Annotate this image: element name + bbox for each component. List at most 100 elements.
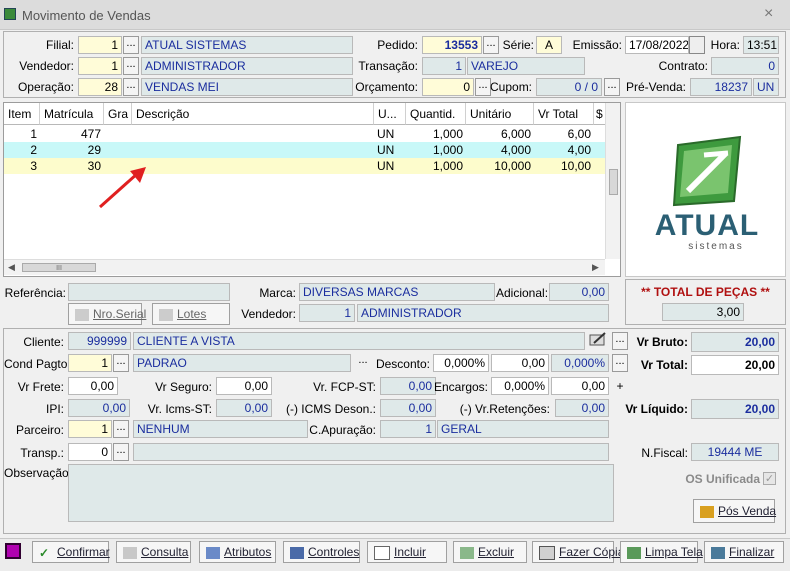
nfiscal-label: N.Fiscal:: [641, 446, 688, 460]
col-un[interactable]: U...: [374, 103, 406, 125]
orcamento-label: Orçamento:: [355, 80, 418, 94]
total-pecas-value: 3,00: [662, 303, 744, 321]
cell-item: 1: [30, 127, 37, 141]
cell-unit: 10,000: [494, 159, 531, 173]
vrtotal-field[interactable]: 20,00: [691, 355, 779, 375]
cell-un: UN: [377, 159, 395, 173]
nro-serial-button[interactable]: Nro.Serial: [68, 303, 146, 325]
finalizar-button[interactable]: Finalizar: [704, 541, 784, 563]
orcamento-field[interactable]: 0: [422, 78, 474, 96]
col-descricao[interactable]: Descrição: [132, 103, 374, 125]
operacao-code-field[interactable]: 28: [78, 78, 122, 96]
cell-descricao: [132, 142, 374, 158]
atual-logo-icon: [672, 135, 742, 207]
vrseguro-field[interactable]: 0,00: [216, 377, 272, 395]
osunificada-checkbox[interactable]: ✓: [763, 472, 776, 485]
horizontal-scroll-thumb[interactable]: III: [22, 263, 96, 272]
encargos-pct-field[interactable]: 0,000%: [491, 377, 549, 395]
lotes-label: Lotes: [177, 307, 207, 321]
condpagto-more-button[interactable]: ...: [355, 354, 371, 372]
col-unitario[interactable]: Unitário: [466, 103, 534, 125]
scroll-right-icon[interactable]: ▶: [592, 262, 599, 273]
desconto-pct-field[interactable]: 0,000%: [433, 354, 489, 372]
col-matricula[interactable]: Matrícula: [40, 103, 104, 125]
cupom-lookup-button[interactable]: ...: [604, 78, 620, 96]
table-row[interactable]: 1 477 UN 1,000 6,000 6,00: [4, 126, 606, 142]
condpagto-code-field[interactable]: 1: [68, 354, 112, 372]
pedido-lookup-button[interactable]: ...: [483, 36, 499, 54]
controles-button[interactable]: Controles: [283, 541, 360, 563]
operacao-lookup-button[interactable]: ...: [123, 78, 139, 96]
encargos-value-field[interactable]: 0,00: [551, 377, 609, 395]
cell-unit: 4,000: [500, 143, 531, 157]
parceiro-lookup-button[interactable]: ...: [113, 420, 129, 438]
transp-code-field[interactable]: 0: [68, 443, 112, 461]
atributos-button[interactable]: Atributos: [199, 541, 276, 563]
operacao-name-field: VENDAS MEI: [141, 78, 353, 96]
fazer-copia-button[interactable]: Fazer Cópia: [532, 541, 624, 563]
filial-lookup-button[interactable]: ...: [123, 36, 139, 54]
icmsdeson-label: (-) ICMS Deson.:: [285, 402, 376, 416]
controles-label: Controles: [308, 545, 360, 559]
desconto-value-field[interactable]: 0,00: [491, 354, 549, 372]
observacao-textarea[interactable]: [68, 464, 614, 522]
vrbruto-field: 20,00: [691, 332, 779, 352]
serie-field[interactable]: A: [536, 36, 562, 54]
marca-field: DIVERSAS MARCAS: [299, 283, 495, 301]
scroll-left-icon[interactable]: ◀: [8, 262, 15, 273]
col-item[interactable]: Item: [4, 103, 40, 125]
vrfrete-label: Vr Frete:: [17, 380, 64, 394]
details-vendedor-code: 1: [299, 304, 355, 322]
confirmar-button[interactable]: ✓ Confirmar: [32, 541, 110, 563]
client-edit-icon[interactable]: [588, 331, 608, 349]
vertical-scroll-thumb[interactable]: [609, 169, 618, 195]
col-gra[interactable]: Gra: [104, 103, 132, 125]
vendedor-lookup-button[interactable]: ...: [123, 57, 139, 75]
window-title: Movimento de Vendas: [22, 8, 151, 23]
hora-label: Hora:: [710, 38, 740, 52]
transp-lookup-button[interactable]: ...: [113, 443, 129, 461]
cell-item: 2: [30, 143, 37, 157]
consulta-button[interactable]: Consulta: [116, 541, 191, 563]
cupom-label: Cupom:: [490, 80, 533, 94]
prevenda-label: Pré-Venda:: [625, 80, 686, 94]
nro-serial-label: Nro.Serial: [93, 307, 147, 321]
col-vrtotal[interactable]: Vr Total: [534, 103, 594, 125]
emissao-field[interactable]: 17/08/2022: [625, 36, 689, 54]
transacao-name-field: VAREJO: [467, 57, 585, 75]
condpagto-lookup-button[interactable]: ...: [113, 354, 129, 372]
orcamento-lookup-button[interactable]: ...: [475, 78, 491, 96]
excluir-button[interactable]: Excluir: [453, 541, 527, 563]
vrliquido-field: 20,00: [691, 399, 779, 419]
vendedor-code-field[interactable]: 1: [78, 57, 122, 75]
items-grid[interactable]: Item Matrícula Gra Descrição U... Quanti…: [3, 102, 621, 277]
finalizar-label: Finalizar: [729, 545, 775, 559]
lotes-button[interactable]: Lotes: [152, 303, 230, 325]
vrfcpst-field: 0,00: [380, 377, 436, 395]
cliente-name-field: CLIENTE A VISTA: [133, 332, 585, 350]
incluir-button[interactable]: Incluir: [367, 541, 447, 563]
horizontal-scrollbar[interactable]: ◀ III ▶: [4, 259, 605, 275]
limpa-tela-button[interactable]: Limpa Tela: [620, 541, 703, 563]
vertical-scrollbar[interactable]: [605, 103, 620, 259]
vendedor-label: Vendedor:: [19, 59, 74, 73]
filial-code-field[interactable]: 1: [78, 36, 122, 54]
encargos-add-button[interactable]: +: [612, 377, 628, 395]
cliente-label: Cliente:: [23, 335, 64, 349]
close-icon[interactable]: ×: [764, 5, 773, 23]
table-row[interactable]: 2 29 UN 1,000 4,000 4,00: [4, 142, 606, 158]
vrfrete-field[interactable]: 0,00: [68, 377, 118, 395]
logo-panel: ATUAL sistemas: [625, 102, 786, 277]
vricmsst-label: Vr. Icms-ST:: [147, 402, 212, 416]
pos-venda-button[interactable]: Pós Venda: [693, 499, 776, 523]
save-icon[interactable]: [5, 543, 21, 559]
pedido-field[interactable]: 13553: [422, 36, 482, 54]
incluir-label: Incluir: [394, 545, 427, 559]
details-vendedor-label: Vendedor:: [241, 307, 296, 321]
calendar-icon[interactable]: [689, 36, 705, 54]
col-quantidade[interactable]: Quantid.: [406, 103, 466, 125]
contrato-label: Contrato:: [658, 59, 708, 73]
parceiro-code-field[interactable]: 1: [68, 420, 112, 438]
transp-name-field: [133, 443, 609, 461]
cell-descricao: [132, 126, 374, 142]
